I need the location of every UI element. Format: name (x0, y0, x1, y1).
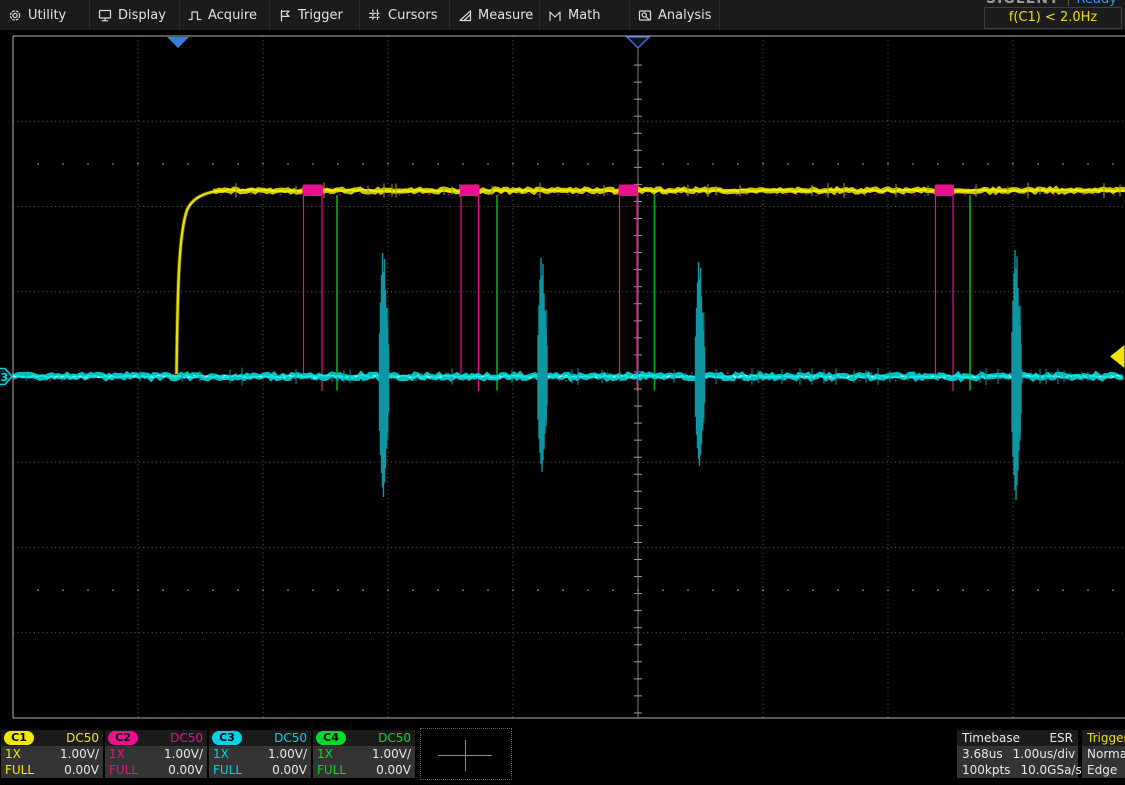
channel-box-c2[interactable]: C2 DC50 1X 1.00V/FULL 0.00V (105, 730, 207, 778)
timebase-scale: 1.00us/div (1013, 747, 1076, 761)
channel-offset: 0.00V (64, 763, 99, 777)
timebase-points: 100kpts (962, 763, 1010, 777)
menu-item-label: Cursors (388, 8, 438, 23)
acquire-icon (188, 8, 202, 23)
menu-item-label: Utility (28, 8, 66, 23)
menu-item-math[interactable]: Math (540, 0, 630, 30)
timebase-title: Timebase (962, 731, 1020, 745)
descriptor-bar: C1 DC50 1X 1.00V/FULL 0.00V C2 DC50 1X 1.00V/FUL… (0, 722, 1125, 785)
channel-bandwidth: FULL (5, 763, 34, 777)
channel-box-c4[interactable]: C4 DC50 1X 1.00V/FULL 0.00V (313, 730, 415, 778)
timebase-samplerate: 10.0GSa/s (1020, 763, 1081, 777)
menu-item-label: Analysis (658, 8, 712, 23)
channel-badge: C2 (108, 731, 138, 745)
trigger-mode: Normal (1087, 747, 1125, 761)
channel-attenuation: 1X (5, 747, 21, 761)
trigger-title: Trigger (1087, 731, 1125, 745)
add-measurement-dropzone[interactable] (420, 728, 512, 780)
waveform-display[interactable]: 3 (0, 0, 1125, 785)
cursors-icon (368, 8, 382, 23)
menu-item-label: Display (118, 8, 166, 23)
trigger-frequency-readout: f(C1) < 2.0Hz (984, 7, 1122, 29)
traces (13, 183, 1125, 500)
channel-offset: 0.00V (376, 763, 411, 777)
channel-coupling: DC50 (378, 731, 411, 745)
channel-badge: C3 (212, 731, 242, 745)
channel-attenuation: 1X (109, 747, 125, 761)
menu-item-acquire[interactable]: Acquire (180, 0, 270, 30)
trigger-delay-marker[interactable] (167, 37, 189, 48)
trace-c2-pulses (303, 185, 955, 392)
timebase-panel[interactable]: Timebase ESR 3.68us 1.00us/div 100kpts 1… (957, 730, 1078, 778)
channel-coupling: DC50 (66, 731, 99, 745)
menu-item-display[interactable]: Display (90, 0, 180, 30)
brand-logo: SIGLENT (986, 0, 1060, 7)
channel-bandwidth: FULL (213, 763, 242, 777)
menu-item-label: Acquire (208, 8, 257, 23)
timebase-delay: 3.68us (962, 747, 1003, 761)
channel-bandwidth: FULL (109, 763, 138, 777)
channel-scale: 1.00V/ (268, 747, 307, 761)
channel-coupling: DC50 (170, 731, 203, 745)
channel-badge: C1 (4, 731, 34, 745)
channel-attenuation: 1X (213, 747, 229, 761)
menu-item-label: Measure (478, 8, 533, 23)
oscilloscope-screen: Utility Display Acquire Trigger Cursors Measu… (0, 0, 1125, 785)
brand-row: SIGLENT Ready (986, 0, 1117, 7)
math-icon (548, 8, 562, 23)
menu-item-measure[interactable]: Measure (450, 0, 540, 30)
trigger-panel[interactable]: Trigger Normal Edge (1082, 730, 1125, 778)
channel-offset: 0.00V (272, 763, 307, 777)
menu-item-label: Trigger (298, 8, 343, 23)
trace-c1 (177, 183, 1125, 374)
menu-item-cursors[interactable]: Cursors (360, 0, 450, 30)
channel-scale: 1.00V/ (164, 747, 203, 761)
svg-text:3: 3 (1, 371, 9, 384)
channel-box-c1[interactable]: C1 DC50 1X 1.00V/FULL 0.00V (1, 730, 103, 778)
display-icon (98, 8, 112, 23)
menu-item-trigger[interactable]: Trigger (270, 0, 360, 30)
channel-badge: C4 (316, 731, 346, 745)
channel-bandwidth: FULL (317, 763, 346, 777)
menu-item-analysis[interactable]: Analysis (630, 0, 720, 30)
flag-icon (278, 8, 292, 23)
channel-offset: 0.00V (168, 763, 203, 777)
menu-item-utility[interactable]: Utility (0, 0, 90, 30)
divider (1068, 0, 1069, 6)
measure-icon (458, 8, 472, 23)
horizontal-center-marker[interactable] (627, 37, 649, 48)
menu-bar: Utility Display Acquire Trigger Cursors Measu… (0, 0, 1125, 30)
timebase-mode: ESR (1049, 731, 1073, 745)
trace-c4 (337, 195, 970, 391)
analysis-icon (638, 8, 652, 23)
trigger-type: Edge (1087, 763, 1117, 777)
menu-item-label: Math (568, 8, 601, 23)
channel-coupling: DC50 (274, 731, 307, 745)
trigger-level-marker[interactable] (1110, 345, 1125, 368)
channel-scale: 1.00V/ (372, 747, 411, 761)
channel-attenuation: 1X (317, 747, 333, 761)
channel3-offset-marker[interactable]: 3 (0, 369, 12, 385)
channel-box-c3[interactable]: C3 DC50 1X 1.00V/FULL 0.00V (209, 730, 311, 778)
plus-icon (465, 740, 466, 771)
acquisition-status: Ready (1077, 0, 1117, 7)
channel-scale: 1.00V/ (60, 747, 99, 761)
gear-icon (8, 8, 22, 23)
